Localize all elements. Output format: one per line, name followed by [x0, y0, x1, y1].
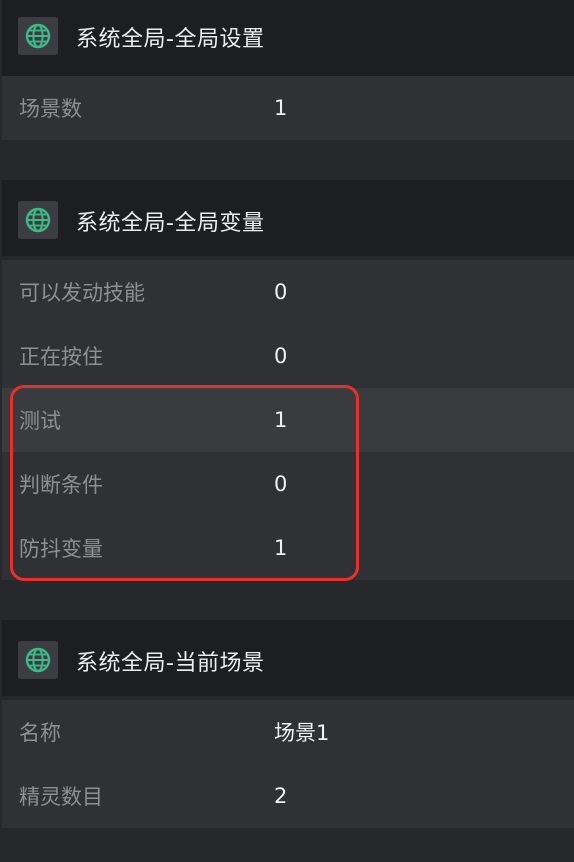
property-label: 名称: [19, 721, 61, 745]
variable-label: 可以发动技能: [19, 281, 145, 305]
variable-label: 正在按住: [19, 345, 103, 369]
section-title: 系统全局-全局设置: [76, 27, 265, 52]
variable-value[interactable]: 1: [274, 408, 287, 432]
property-value[interactable]: 2: [274, 784, 287, 808]
section-header-global-settings[interactable]: 系统全局-全局设置: [2, 0, 574, 76]
variable-value[interactable]: 0: [274, 280, 287, 304]
variable-label: 判断条件: [19, 473, 103, 497]
variable-row[interactable]: 防抖变量 1: [2, 516, 574, 580]
property-label: 场景数: [19, 97, 82, 121]
section-title: 系统全局-当前场景: [76, 651, 265, 676]
property-row[interactable]: 名称 场景1: [2, 700, 574, 764]
property-value[interactable]: 1: [274, 96, 287, 120]
globe-icon: [18, 17, 58, 55]
section-header-current-scene[interactable]: 系统全局-当前场景: [2, 620, 574, 696]
section-header-global-variables[interactable]: 系统全局-全局变量: [2, 180, 574, 256]
property-row[interactable]: 场景数 1: [2, 76, 574, 140]
variable-row[interactable]: 判断条件 0: [2, 452, 574, 516]
variable-label: 防抖变量: [19, 537, 103, 561]
variable-value[interactable]: 0: [274, 344, 287, 368]
globe-icon: [18, 201, 58, 239]
variable-label: 测试: [19, 409, 61, 433]
property-label: 精灵数目: [19, 785, 103, 809]
property-value[interactable]: 场景1: [274, 717, 329, 747]
variable-value[interactable]: 1: [274, 536, 287, 560]
variable-value[interactable]: 0: [274, 472, 287, 496]
inspector-panel: 系统全局-全局设置 场景数 1 系统全局-全局变量 可以发动技能 0 正在按住 …: [0, 0, 574, 862]
variable-row[interactable]: 正在按住 0: [2, 324, 574, 388]
globe-icon: [18, 641, 58, 679]
section-title: 系统全局-全局变量: [76, 211, 265, 236]
property-row[interactable]: 精灵数目 2: [2, 764, 574, 828]
variable-row-selected[interactable]: 测试 1: [2, 388, 574, 452]
variable-row[interactable]: 可以发动技能 0: [2, 260, 574, 324]
